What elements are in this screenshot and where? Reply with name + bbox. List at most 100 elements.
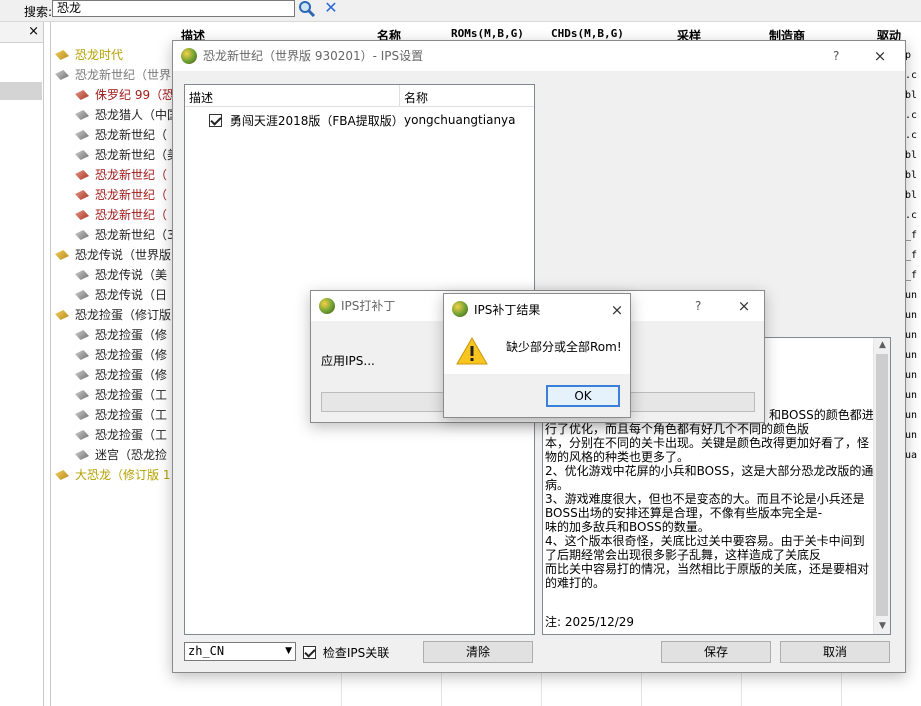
description-line: 了后期经常会出现很多影子乱舞，这样造成了关底反 (545, 548, 822, 562)
folder-pane-header: × (0, 22, 43, 43)
game-tree-item[interactable]: 大恐龙（修订版 1 (55, 465, 170, 485)
game-icon (55, 70, 69, 80)
game-tree-item[interactable]: 迷宫（恐龙捡 (75, 445, 167, 465)
column-roms[interactable]: ROMs(M,B,G) (451, 27, 524, 40)
ips-result-titlebar: IPS补丁结果 × (444, 294, 630, 326)
check-ips-checkbox[interactable] (303, 646, 316, 659)
game-icon (75, 330, 89, 340)
scroll-thumb[interactable] (876, 354, 888, 616)
game-tree-label: 大恐龙（修订版 1 (75, 468, 171, 482)
close-icon[interactable]: × (602, 294, 632, 326)
game-tree-label: 恐龙新世纪（美 (95, 148, 180, 162)
game-tree-item[interactable]: 恐龙新世纪（世界 (55, 65, 171, 85)
app-icon (319, 298, 335, 314)
check-ips-label: 检查IPS关联 (322, 646, 390, 660)
check-ips-option[interactable]: 检查IPS关联 (303, 644, 389, 661)
game-tree-item[interactable]: 恐龙捡蛋（工 (75, 425, 167, 445)
patch-status: 应用IPS... (321, 354, 375, 368)
ips-patch-title: IPS打补丁 (341, 299, 396, 313)
scroll-down-icon[interactable]: ▼ (874, 619, 890, 634)
game-tree-item[interactable]: 恐龙新世纪（ (75, 205, 167, 225)
cancel-button[interactable]: 取消 (780, 641, 890, 663)
ok-button[interactable]: OK (546, 385, 620, 407)
game-tree-item[interactable]: 恐龙猎人（中国 (75, 105, 179, 125)
game-tree-item[interactable]: 恐龙新世纪（3 (75, 225, 175, 245)
game-tree-label: 恐龙新世纪（ (95, 208, 168, 222)
game-icon (75, 290, 89, 300)
description-line: 的难打的。 (545, 576, 606, 590)
game-icon (75, 390, 89, 400)
game-icon (75, 370, 89, 380)
game-icon (75, 110, 89, 120)
language-value: zh_CN (188, 644, 225, 658)
game-tree-label: 恐龙捡蛋（修订版 (75, 308, 172, 322)
toolbar: 搜索: 恐龙 ✕ (0, 0, 921, 22)
ips-column-desc[interactable]: 描述 (189, 89, 213, 106)
game-icon (55, 310, 69, 320)
game-icon (75, 410, 89, 420)
save-button[interactable]: 保存 (661, 641, 771, 663)
close-icon[interactable]: × (729, 291, 759, 321)
help-icon[interactable]: ? (833, 41, 839, 71)
game-tree-label: 恐龙捡蛋（修 (95, 368, 168, 382)
close-icon[interactable]: × (28, 24, 39, 39)
description-line: 病。 (545, 478, 570, 492)
game-icon (55, 470, 69, 480)
game-tree-item[interactable]: 恐龙捡蛋（工 (75, 405, 167, 425)
clear-button[interactable]: 清除 (423, 641, 533, 663)
ips-column-name[interactable]: 名称 (404, 89, 428, 106)
game-tree-item[interactable]: 恐龙传说（美 (75, 265, 167, 285)
game-tree-label: 恐龙捡蛋（修 (95, 328, 168, 342)
warning-icon (456, 336, 488, 366)
language-select[interactable]: zh_CN ▼ (184, 642, 296, 661)
ips-settings-titlebar: 恐龙新世纪（世界版 930201）- IPS设置 ? × (173, 41, 905, 71)
game-tree-label: 恐龙捡蛋（修 (95, 348, 168, 362)
game-tree-label: 恐龙传说（日 (95, 288, 168, 302)
game-tree-item[interactable]: 恐龙捡蛋（工 (75, 385, 167, 405)
chevron-down-icon: ▼ (285, 646, 292, 656)
description-line: 2、优化游戏中花屏的小兵和BOSS，这是大部分恐龙改版的通 (545, 464, 874, 478)
search-icon[interactable] (298, 0, 316, 18)
game-icon (75, 230, 89, 240)
game-tree-item[interactable]: 恐龙捡蛋（修 (75, 345, 167, 365)
game-tree-label: 恐龙新世纪（ (95, 168, 168, 182)
game-tree-item[interactable]: 恐龙捡蛋（修订版 (55, 305, 171, 325)
game-icon (55, 50, 69, 60)
game-icon (75, 90, 89, 100)
column-chds[interactable]: CHDs(M,B,G) (551, 27, 624, 40)
game-icon (75, 450, 89, 460)
search-label: 搜索: (24, 5, 53, 19)
close-icon[interactable]: × (865, 41, 895, 71)
column-divider (399, 85, 400, 107)
game-tree-item[interactable]: 恐龙传说（日 (75, 285, 167, 305)
app-icon (181, 48, 197, 64)
game-tree-label: 恐龙新世纪（ (95, 188, 168, 202)
game-tree-item[interactable]: 恐龙新世纪（ (75, 125, 167, 145)
help-icon[interactable]: ? (695, 291, 701, 321)
game-icon (75, 210, 89, 220)
game-tree-item[interactable]: 恐龙新世纪（美 (75, 145, 179, 165)
description-line: 3、游戏难度很大，但也不是变态的大。而且不论是小兵还是 (545, 492, 865, 506)
search-input[interactable]: 恐龙 (52, 0, 295, 17)
game-icon (55, 250, 69, 260)
game-tree-label: 恐龙时代 (75, 48, 124, 62)
game-tree-item[interactable]: 恐龙时代 (55, 45, 123, 65)
patch-desc: 勇闯天涯2018版（FBA提取版） (229, 114, 404, 128)
game-tree-label: 恐龙猎人（中国 (95, 108, 180, 122)
patch-name: yongchuangtianya (404, 113, 516, 127)
game-tree-item[interactable]: 恐龙传说（世界版 (55, 245, 171, 265)
game-tree-item[interactable]: 恐龙新世纪（ (75, 185, 167, 205)
patch-checkbox[interactable] (209, 114, 222, 127)
scroll-up-icon[interactable]: ▲ (874, 338, 890, 353)
description-line: 本，分别在不同的关卡出现。关键是颜色改得更加好看了，怪 (545, 436, 870, 450)
game-icon (75, 130, 89, 140)
game-tree-item[interactable]: 恐龙捡蛋（修 (75, 365, 167, 385)
game-tree-item[interactable]: 恐龙捡蛋（修 (75, 325, 167, 345)
ips-patch-row[interactable]: 勇闯天涯2018版（FBA提取版） (209, 112, 404, 129)
vertical-scrollbar[interactable]: ▲ ▼ (873, 338, 890, 634)
folder-selected-item[interactable] (0, 82, 42, 100)
game-tree-item[interactable]: 侏罗纪 99（恐 (75, 85, 174, 105)
clear-icon[interactable]: ✕ (322, 0, 340, 17)
patch-note-date: 注: 2025/12/29 (545, 615, 635, 629)
game-tree-item[interactable]: 恐龙新世纪（ (75, 165, 167, 185)
